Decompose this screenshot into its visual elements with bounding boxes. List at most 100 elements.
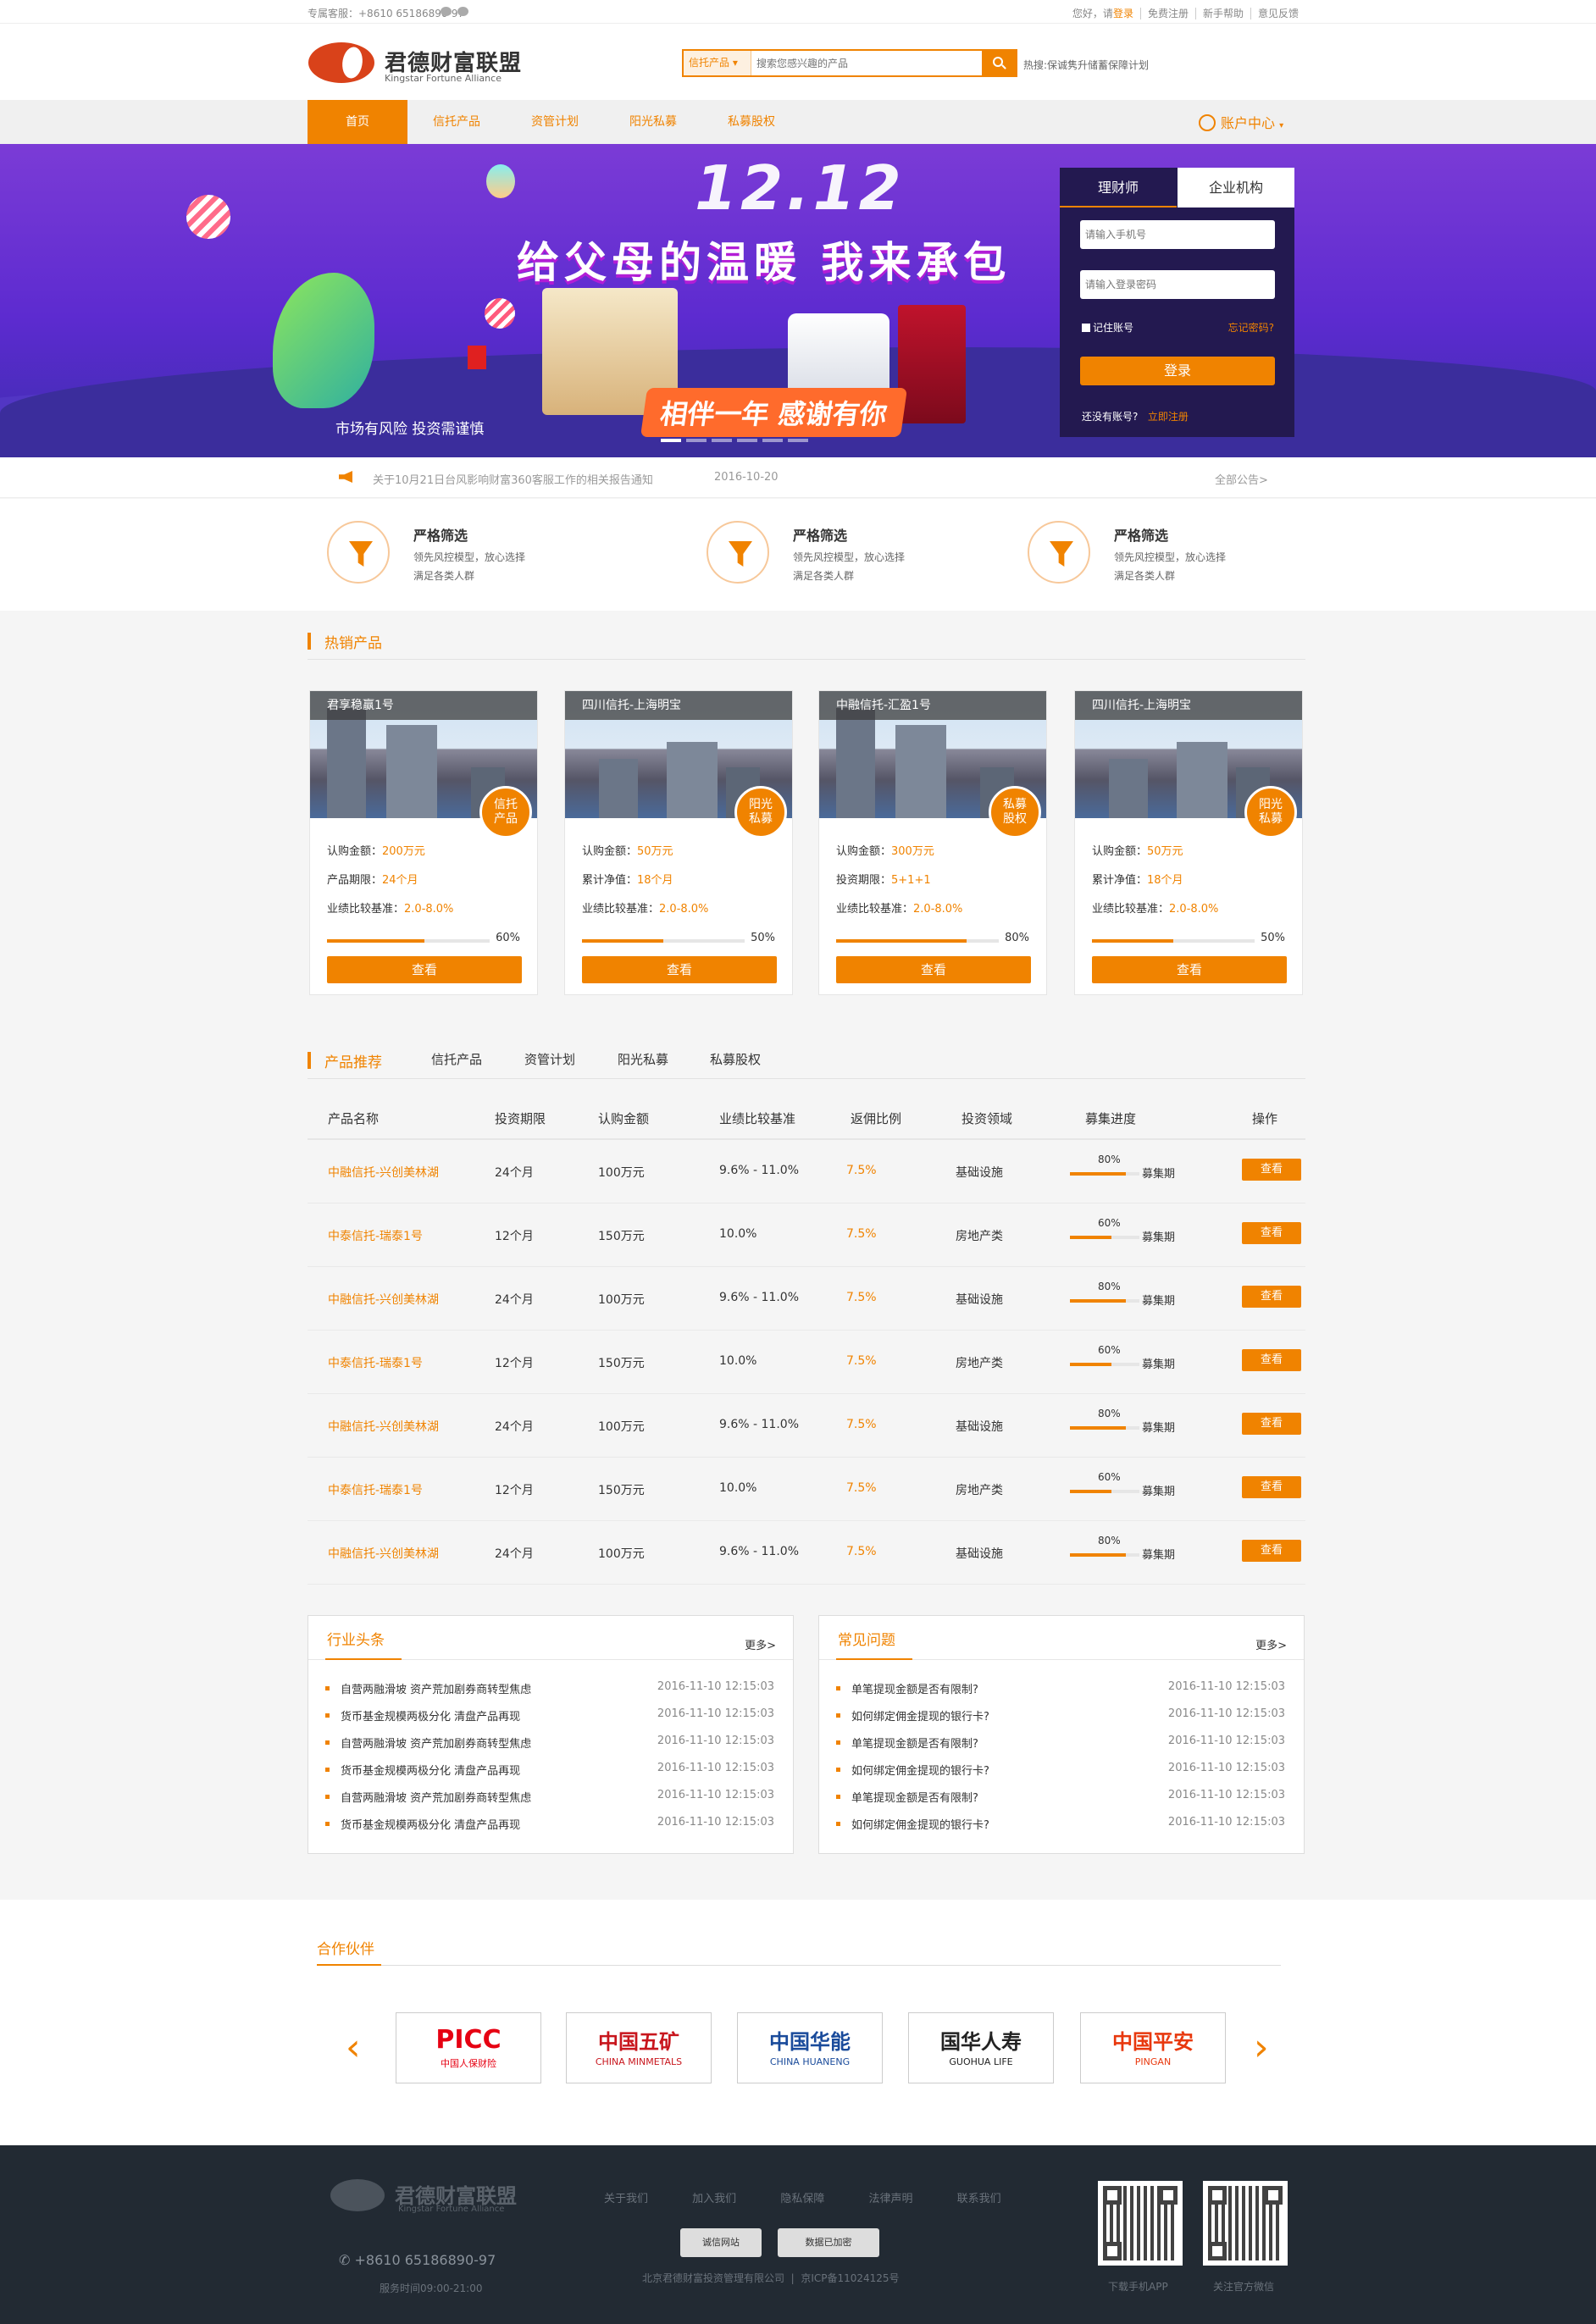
partner-logo[interactable]: 中国五矿 CHINA MINMETALS xyxy=(566,2012,712,2083)
trust-badge[interactable]: 诚信网站 xyxy=(680,2228,762,2257)
nav-asset-management[interactable]: 资管计划 xyxy=(506,100,604,144)
tab-private-equity[interactable]: 私募股权 xyxy=(710,1050,761,1068)
announcement-text[interactable]: 关于10月21日台风影响财富360客服工作的相关报告通知 xyxy=(373,471,653,487)
feedback-link[interactable]: 意见反馈 xyxy=(1250,8,1305,19)
footer-link-about[interactable]: 关于我们 xyxy=(604,2193,648,2205)
list-item-title[interactable]: 如何绑定佣金提现的银行卡? xyxy=(851,1707,989,1724)
list-item-title[interactable]: 单笔提现金额是否有限制? xyxy=(851,1735,978,1751)
list-item-title[interactable]: 自营两融滑坡 资产荒加剧券商转型焦虑 xyxy=(341,1735,531,1751)
partner-logo[interactable]: 中国华能 CHINA HUANENG xyxy=(737,2012,883,2083)
nav-private-equity[interactable]: 私募股权 xyxy=(702,100,801,144)
search-button[interactable] xyxy=(982,51,1016,75)
all-announcements-link[interactable]: 全部公告> xyxy=(1215,471,1268,487)
forgot-password-link[interactable]: 忘记密码? xyxy=(1228,320,1274,335)
footer-link-privacy[interactable]: 隐私保障 xyxy=(780,2193,824,2205)
hero-banner[interactable]: 12.12 给父母的温暖 我来承包 相伴一年 感谢有你 市场有风险 投资需谨慎 xyxy=(0,144,1596,457)
search-input[interactable] xyxy=(756,51,968,75)
product-name[interactable]: 四川信托-上海明宝 xyxy=(1075,691,1302,720)
tab-sunshine-private[interactable]: 阳光私募 xyxy=(618,1050,668,1068)
footer-link-contact[interactable]: 联系我们 xyxy=(957,2193,1001,2205)
view-button[interactable]: 查看 xyxy=(1242,1413,1301,1435)
view-button[interactable]: 查看 xyxy=(1242,1349,1301,1371)
help-link[interactable]: 新手帮助 xyxy=(1194,8,1250,19)
list-item[interactable]: 如何绑定佣金提现的银行卡? 2016-11-10 12:15:03 xyxy=(836,1816,1285,1834)
account-center[interactable]: 账户中心 ▾ xyxy=(1199,112,1283,132)
logo-icon[interactable] xyxy=(308,42,374,83)
carousel-dots[interactable] xyxy=(661,432,813,445)
list-item[interactable]: 如何绑定佣金提现的银行卡? 2016-11-10 12:15:03 xyxy=(836,1762,1285,1780)
view-button[interactable]: 查看 xyxy=(582,956,777,983)
weibo-icon[interactable] xyxy=(457,7,468,16)
chevron-right-icon[interactable]: › xyxy=(1254,2029,1279,2067)
view-button[interactable]: 查看 xyxy=(1242,1540,1301,1562)
news-more-link[interactable]: 更多> xyxy=(745,1636,776,1652)
encryption-badge[interactable]: 数据已加密 xyxy=(778,2228,879,2257)
checkbox[interactable] xyxy=(1082,324,1090,332)
register-now-link[interactable]: 立即注册 xyxy=(1148,411,1189,423)
product-name-link[interactable]: 中融信托-兴创美林湖 xyxy=(328,1164,439,1181)
tab-advisor[interactable]: 理财师 xyxy=(1060,168,1177,208)
phone-input[interactable] xyxy=(1080,220,1275,249)
list-item[interactable]: 自营两融滑坡 资产荒加剧券商转型焦虑 2016-11-10 12:15:03 xyxy=(325,1789,774,1807)
register-link[interactable]: 免费注册 xyxy=(1139,8,1195,19)
product-name[interactable]: 四川信托-上海明宝 xyxy=(565,691,792,720)
list-item-title[interactable]: 自营两融滑坡 资产荒加剧券商转型焦虑 xyxy=(341,1789,531,1805)
view-button[interactable]: 查看 xyxy=(1242,1286,1301,1308)
product-card[interactable]: 中融信托-汇盈1号 私募 股权 认购金额：300万元 投资期限：5+1+1 业绩比较基准：… xyxy=(818,690,1047,995)
password-input[interactable] xyxy=(1080,270,1275,299)
nav-sunshine-private[interactable]: 阳光私募 xyxy=(604,100,702,144)
list-item-title[interactable]: 单笔提现金额是否有限制? xyxy=(851,1789,978,1805)
product-name-link[interactable]: 中泰信托-瑞泰1号 xyxy=(328,1481,423,1498)
nav-trust[interactable]: 信托产品 xyxy=(407,100,506,144)
view-button[interactable]: 查看 xyxy=(1092,956,1287,983)
product-card[interactable]: 四川信托-上海明宝 阳光 私募 认购金额：50万元 累计净值：18个月 业绩比较基准：2.… xyxy=(1074,690,1303,995)
view-button[interactable]: 查看 xyxy=(1242,1159,1301,1181)
login-link[interactable]: 登录 xyxy=(1113,8,1133,19)
product-name[interactable]: 中融信托-汇盈1号 xyxy=(819,691,1046,720)
list-item[interactable]: 单笔提现金额是否有限制? 2016-11-10 12:15:03 xyxy=(836,1789,1285,1807)
list-item[interactable]: 货币基金规模两极分化 清盘产品再现 2016-11-10 12:15:03 xyxy=(325,1816,774,1834)
product-name-link[interactable]: 中泰信托-瑞泰1号 xyxy=(328,1354,423,1371)
list-item-title[interactable]: 货币基金规模两极分化 清盘产品再现 xyxy=(341,1816,520,1832)
login-button[interactable]: 登录 xyxy=(1080,357,1275,385)
tab-asset-management[interactable]: 资管计划 xyxy=(524,1050,575,1068)
footer-link-legal[interactable]: 法律声明 xyxy=(868,2193,912,2205)
partner-logo[interactable]: 中国平安 PINGAN xyxy=(1080,2012,1226,2083)
list-item-title[interactable]: 货币基金规模两极分化 清盘产品再现 xyxy=(341,1762,520,1778)
product-name-link[interactable]: 中泰信托-瑞泰1号 xyxy=(328,1227,423,1244)
view-button[interactable]: 查看 xyxy=(1242,1476,1301,1498)
list-item-title[interactable]: 如何绑定佣金提现的银行卡? xyxy=(851,1762,989,1778)
partner-logo[interactable]: 国华人寿 GUOHUA LIFE xyxy=(908,2012,1054,2083)
remember-account[interactable]: 记住账号 xyxy=(1082,320,1133,335)
list-item[interactable]: 货币基金规模两极分化 清盘产品再现 2016-11-10 12:15:03 xyxy=(325,1762,774,1780)
view-button[interactable]: 查看 xyxy=(327,956,522,983)
tab-trust[interactable]: 信托产品 xyxy=(431,1050,482,1068)
hot-search-words[interactable]: 热搜:保诚隽升储蓄保障计划 xyxy=(1023,58,1149,72)
product-name-link[interactable]: 中融信托-兴创美林湖 xyxy=(328,1545,439,1562)
faq-more-link[interactable]: 更多> xyxy=(1255,1636,1287,1652)
list-item-title[interactable]: 单笔提现金额是否有限制? xyxy=(851,1680,978,1696)
list-item-title[interactable]: 自营两融滑坡 资产荒加剧券商转型焦虑 xyxy=(341,1680,531,1696)
product-name-link[interactable]: 中融信托-兴创美林湖 xyxy=(328,1418,439,1435)
list-item-title[interactable]: 如何绑定佣金提现的银行卡? xyxy=(851,1816,989,1832)
list-item[interactable]: 单笔提现金额是否有限制? 2016-11-10 12:15:03 xyxy=(836,1680,1285,1699)
tab-organization[interactable]: 企业机构 xyxy=(1178,168,1294,208)
list-item[interactable]: 货币基金规模两极分化 清盘产品再现 2016-11-10 12:15:03 xyxy=(325,1707,774,1726)
view-button[interactable]: 查看 xyxy=(836,956,1031,983)
product-card[interactable]: 君享稳赢1号 信托 产品 认购金额：200万元 产品期限：24个月 业绩比较基准：2.0-… xyxy=(309,690,538,995)
list-item[interactable]: 自营两融滑坡 资产荒加剧券商转型焦虑 2016-11-10 12:15:03 xyxy=(325,1735,774,1753)
list-item-title[interactable]: 货币基金规模两极分化 清盘产品再现 xyxy=(341,1707,520,1724)
partner-logo[interactable]: PICC 中国人保财险 xyxy=(396,2012,541,2083)
footer-link-join[interactable]: 加入我们 xyxy=(692,2193,736,2205)
product-card[interactable]: 四川信托-上海明宝 阳光 私募 认购金额：50万元 累计净值：18个月 业绩比较基准：2.… xyxy=(564,690,793,995)
nav-home[interactable]: 首页 xyxy=(308,100,407,144)
list-item[interactable]: 单笔提现金额是否有限制? 2016-11-10 12:15:03 xyxy=(836,1735,1285,1753)
wechat-icon[interactable] xyxy=(441,7,452,16)
chevron-left-icon[interactable]: ‹ xyxy=(346,2029,371,2067)
list-item[interactable]: 自营两融滑坡 资产荒加剧券商转型焦虑 2016-11-10 12:15:03 xyxy=(325,1680,774,1699)
product-name-link[interactable]: 中融信托-兴创美林湖 xyxy=(328,1291,439,1308)
list-item[interactable]: 如何绑定佣金提现的银行卡? 2016-11-10 12:15:03 xyxy=(836,1707,1285,1726)
product-name[interactable]: 君享稳赢1号 xyxy=(310,691,537,720)
search-category-select[interactable]: 信托产品 ▾ xyxy=(684,51,751,75)
view-button[interactable]: 查看 xyxy=(1242,1222,1301,1244)
